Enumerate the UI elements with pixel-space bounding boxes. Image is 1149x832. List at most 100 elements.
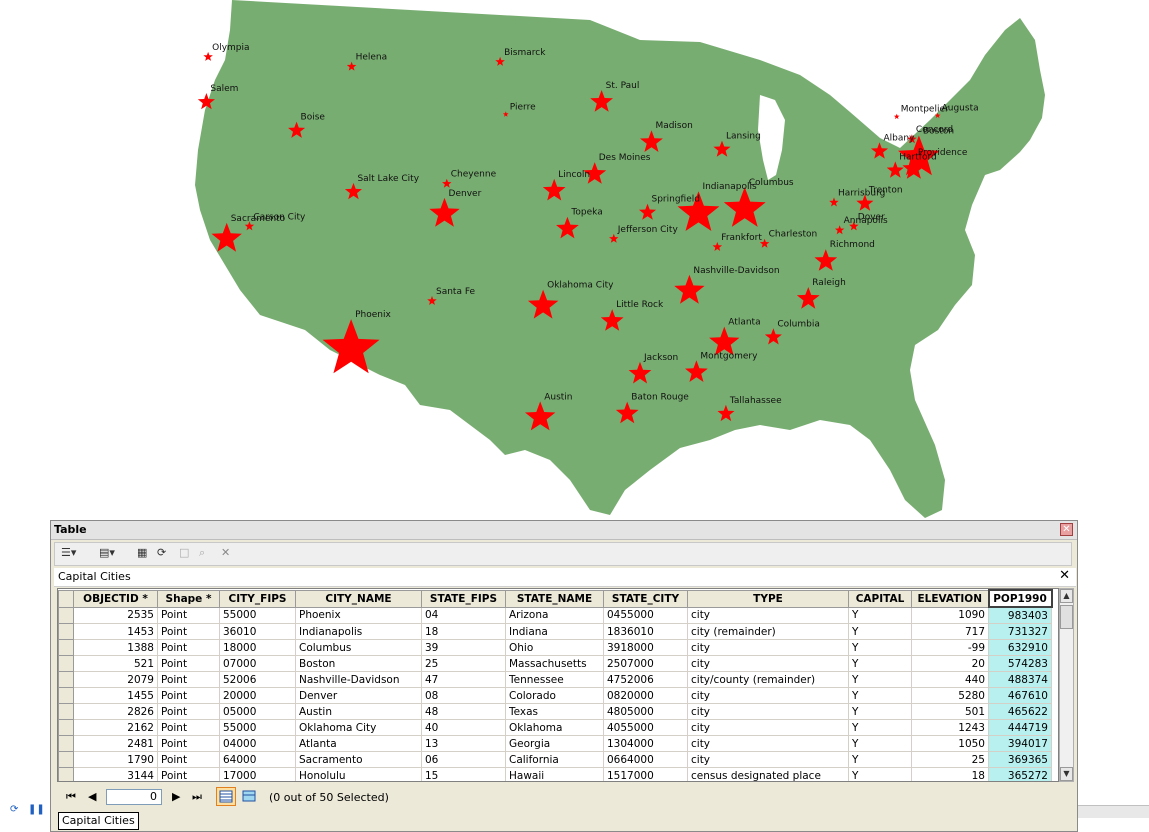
zoom-to-selected-icon[interactable]: ⌕ [199, 546, 205, 562]
table-cell[interactable]: 05000 [219, 703, 296, 720]
table-cell[interactable]: Point [157, 767, 220, 781]
first-record-icon[interactable]: ⏮ [66, 790, 76, 804]
table-cell[interactable]: 574283 [988, 655, 1052, 672]
table-cell[interactable]: 18 [911, 767, 989, 781]
scroll-down-icon[interactable]: ▼ [1060, 767, 1073, 781]
row-selector[interactable] [58, 719, 74, 736]
table-cell[interactable]: Y [848, 671, 912, 688]
table-cell[interactable]: Oklahoma [505, 719, 604, 736]
table-cell[interactable]: 2162 [73, 719, 158, 736]
column-header[interactable]: STATE_FIPS [421, 589, 506, 608]
scroll-thumb[interactable] [1060, 605, 1073, 629]
vertical-scrollbar[interactable]: ▲ ▼ [1059, 588, 1074, 782]
table-row[interactable]: 2481 Point 04000 Atlanta 13 Georgia 1304000 cit… [58, 735, 1052, 752]
table-cell[interactable]: Point [157, 751, 220, 768]
table-cell[interactable]: Texas [505, 703, 604, 720]
table-cell[interactable]: 0664000 [603, 751, 688, 768]
current-record-input[interactable]: 0 [106, 789, 162, 805]
table-cell[interactable]: 5280 [911, 687, 989, 704]
table-cell[interactable]: 1517000 [603, 767, 688, 781]
table-cell[interactable]: city [687, 687, 849, 704]
table-cell[interactable]: 4055000 [603, 719, 688, 736]
table-cell[interactable]: Point [157, 671, 220, 688]
row-selector[interactable] [58, 703, 74, 720]
table-cell[interactable]: 25 [421, 655, 506, 672]
table-cell[interactable]: 2079 [73, 671, 158, 688]
table-cell[interactable]: Ohio [505, 639, 604, 656]
column-header[interactable]: POP1990 [987, 589, 1053, 608]
show-selected-records-icon[interactable] [240, 788, 258, 805]
table-cell[interactable]: Colorado [505, 687, 604, 704]
table-cell[interactable]: 1455 [73, 687, 158, 704]
table-cell[interactable]: 983403 [988, 606, 1052, 624]
table-cell[interactable]: 36010 [219, 623, 296, 640]
table-cell[interactable]: Sacramento [295, 751, 422, 768]
table-cell[interactable]: city [687, 719, 849, 736]
table-cell[interactable]: 1453 [73, 623, 158, 640]
column-header[interactable]: ELEVATION [911, 589, 989, 608]
table-cell[interactable]: 1243 [911, 719, 989, 736]
table-cell[interactable]: Georgia [505, 735, 604, 752]
table-cell[interactable]: Y [848, 606, 912, 624]
table-cell[interactable]: Y [848, 687, 912, 704]
table-cell[interactable]: 17000 [219, 767, 296, 781]
table-cell[interactable]: 1388 [73, 639, 158, 656]
switch-selection-icon[interactable]: ⟳ [157, 546, 166, 562]
table-cell[interactable]: California [505, 751, 604, 768]
table-row[interactable]: 1453 Point 36010 Indianapolis 18 Indiana 18360… [58, 623, 1052, 640]
table-row[interactable]: 1388 Point 18000 Columbus 39 Ohio 3918000 city Y… [58, 639, 1052, 656]
table-row[interactable]: 3144 Point 17000 Honolulu 15 Hawaii 1517000 cen… [58, 767, 1052, 781]
table-cell[interactable]: Point [157, 735, 220, 752]
table-cell[interactable]: Point [157, 606, 220, 624]
table-cell[interactable]: 4752006 [603, 671, 688, 688]
table-cell[interactable]: 521 [73, 655, 158, 672]
row-selector[interactable] [58, 623, 74, 640]
table-cell[interactable]: Y [848, 719, 912, 736]
window-title-bar[interactable]: Table ✕ [51, 521, 1077, 540]
table-cell[interactable]: 488374 [988, 671, 1052, 688]
refresh-icon[interactable]: ⟳ [10, 804, 18, 815]
table-cell[interactable]: -99 [911, 639, 989, 656]
previous-record-icon[interactable]: ◀ [88, 790, 96, 803]
capital-star-marker[interactable] [203, 51, 213, 61]
table-cell[interactable]: Y [848, 767, 912, 781]
table-cell[interactable]: 465622 [988, 703, 1052, 720]
table-cell[interactable]: 20000 [219, 687, 296, 704]
select-by-attributes-icon[interactable]: ▦ [137, 546, 147, 562]
table-cell[interactable]: census designated place [687, 767, 849, 781]
row-selector[interactable] [58, 767, 74, 781]
row-selector[interactable] [58, 735, 74, 752]
row-selector[interactable] [58, 639, 74, 656]
show-all-records-icon[interactable] [216, 787, 236, 806]
table-cell[interactable]: Boston [295, 655, 422, 672]
table-cell[interactable]: Y [848, 623, 912, 640]
column-header[interactable]: Shape * [157, 589, 220, 608]
row-selector-header[interactable] [58, 589, 74, 608]
table-cell[interactable]: Y [848, 735, 912, 752]
table-cell[interactable]: 08 [421, 687, 506, 704]
column-header[interactable]: STATE_CITY [603, 589, 688, 608]
table-cell[interactable]: Atlanta [295, 735, 422, 752]
table-cell[interactable]: Indiana [505, 623, 604, 640]
table-cell[interactable]: 2507000 [603, 655, 688, 672]
table-cell[interactable]: 0820000 [603, 687, 688, 704]
column-header[interactable]: CITY_NAME [295, 589, 422, 608]
table-options-icon[interactable]: ☰▾ [61, 546, 76, 562]
table-cell[interactable]: 394017 [988, 735, 1052, 752]
table-cell[interactable]: Denver [295, 687, 422, 704]
row-selector[interactable] [58, 687, 74, 704]
table-cell[interactable]: 731327 [988, 623, 1052, 640]
table-cell[interactable]: 440 [911, 671, 989, 688]
table-cell[interactable]: Point [157, 655, 220, 672]
table-cell[interactable]: 06 [421, 751, 506, 768]
table-cell[interactable]: Y [848, 703, 912, 720]
table-cell[interactable]: 3144 [73, 767, 158, 781]
table-cell[interactable]: 18000 [219, 639, 296, 656]
related-tables-icon[interactable]: ▤▾ [99, 546, 115, 562]
table-cell[interactable]: Nashville-Davidson [295, 671, 422, 688]
table-cell[interactable]: 15 [421, 767, 506, 781]
table-cell[interactable]: 39 [421, 639, 506, 656]
row-selector[interactable] [58, 655, 74, 672]
clear-selection-icon[interactable]: □ [179, 546, 189, 562]
table-cell[interactable]: 64000 [219, 751, 296, 768]
